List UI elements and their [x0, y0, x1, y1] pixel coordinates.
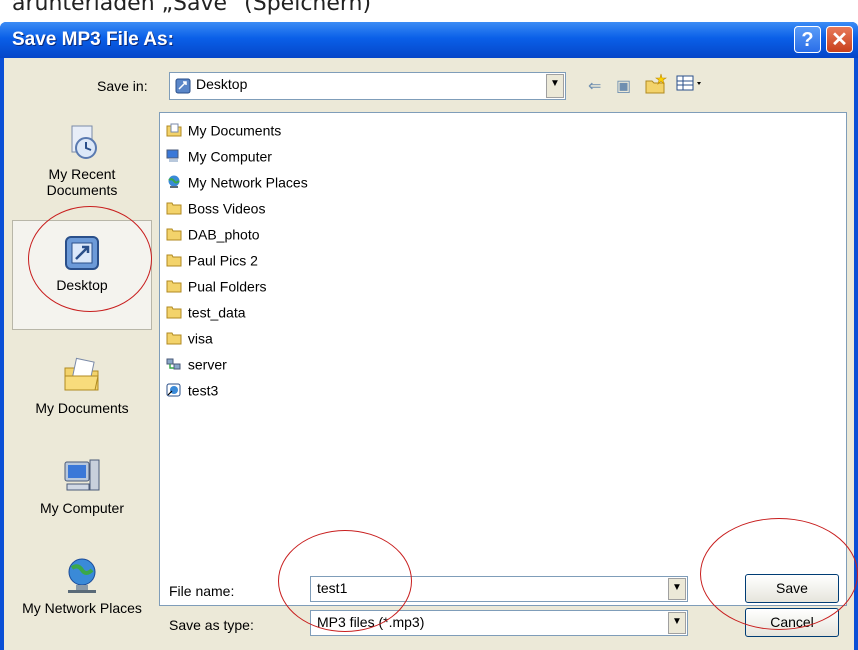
folder-icon [166, 306, 182, 319]
save-button[interactable]: Save [745, 574, 839, 603]
network-places-icon [168, 175, 180, 189]
folder-icon [166, 332, 182, 345]
places-bar: My Recent Documents Desktop My Documents [12, 112, 152, 642]
chevron-down-icon[interactable]: ▼ [546, 74, 564, 98]
up-folder-icon[interactable]: ▣ [616, 76, 631, 96]
view-menu-icon[interactable] [676, 74, 704, 94]
place-desktop[interactable]: Desktop [12, 220, 152, 330]
place-label: My Recent Documents [46, 166, 118, 198]
save-in-dropdown[interactable]: Desktop ▼ [169, 72, 566, 100]
recent-documents-icon [71, 125, 97, 159]
save-as-type-label: Save as type: [169, 617, 254, 633]
list-item[interactable]: test_data [166, 303, 246, 327]
list-item[interactable]: test3 [166, 381, 218, 405]
my-computer-icon [64, 459, 100, 491]
desktop-icon [65, 236, 99, 270]
folder-icon [166, 254, 182, 267]
place-label: Desktop [56, 277, 108, 293]
my-documents-icon [166, 123, 182, 137]
save-dialog: Save MP3 File As: ? ✕ Save in: Desktop ▼… [0, 22, 858, 650]
my-computer-icon [166, 149, 179, 163]
list-item[interactable]: My Network Places [166, 173, 308, 197]
desktop-icon [175, 78, 191, 94]
network-drive-icon [166, 358, 181, 370]
back-icon[interactable]: ⇐ [588, 76, 601, 96]
save-as-type-dropdown[interactable]: MP3 files (*.mp3) ▼ [310, 610, 688, 636]
folder-icon [166, 228, 182, 241]
help-button[interactable]: ? [794, 26, 821, 53]
caption-text: arunterladen „Save" (Speichern) [12, 0, 372, 16]
close-button[interactable]: ✕ [826, 26, 853, 53]
list-item[interactable]: My Computer [166, 147, 272, 171]
place-label: My Documents [35, 400, 129, 416]
file-name-value: test1 [317, 580, 348, 596]
file-name-input[interactable]: test1 ▼ [310, 576, 688, 602]
file-name-label: File name: [169, 583, 235, 599]
save-in-label: Save in: [97, 78, 148, 94]
dialog-body: Save in: Desktop ▼ ⇐ ▣ My Recent Documen… [4, 58, 854, 650]
list-item[interactable]: My Documents [166, 121, 281, 145]
new-folder-icon[interactable] [644, 73, 668, 95]
folder-icon [166, 202, 182, 215]
list-item[interactable]: visa [166, 329, 213, 353]
shortcut-icon [166, 383, 181, 397]
cancel-button[interactable]: Cancel [745, 608, 839, 637]
save-as-type-value: MP3 files (*.mp3) [317, 614, 425, 630]
my-documents-icon [64, 357, 99, 391]
title-bar[interactable]: Save MP3 File As: ? ✕ [0, 22, 858, 58]
place-label: My Network Places [22, 600, 142, 616]
place-label: My Computer [39, 500, 125, 516]
list-item[interactable]: Pual Folders [166, 277, 266, 301]
list-item[interactable]: server [166, 355, 227, 379]
place-my-computer[interactable]: My Computer [12, 456, 152, 516]
save-in-value: Desktop [196, 76, 248, 92]
place-network[interactable]: My Network Places [12, 556, 152, 616]
place-my-documents[interactable]: My Documents [12, 356, 152, 416]
place-recent-documents[interactable]: My Recent Documents [12, 122, 152, 198]
chevron-down-icon[interactable]: ▼ [668, 578, 686, 600]
list-item[interactable]: Boss Videos [166, 199, 265, 223]
dialog-title: Save MP3 File As: [12, 29, 174, 50]
list-item[interactable]: Paul Pics 2 [166, 251, 258, 275]
file-list[interactable]: My Documents My Computer My Network Plac… [159, 112, 847, 606]
chevron-down-icon[interactable]: ▼ [668, 612, 686, 634]
network-places-icon [68, 558, 96, 593]
list-item[interactable]: DAB_photo [166, 225, 260, 249]
folder-icon [166, 280, 182, 293]
